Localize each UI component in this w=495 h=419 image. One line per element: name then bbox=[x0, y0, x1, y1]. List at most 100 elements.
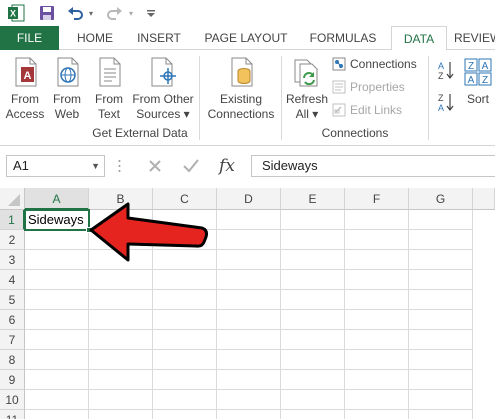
sort-a-to-z-button[interactable]: A Z bbox=[436, 60, 456, 81]
undo-icon[interactable] bbox=[66, 3, 84, 23]
cell-b8[interactable] bbox=[89, 350, 153, 370]
row-header-7[interactable]: 7 bbox=[0, 330, 25, 350]
cell-a3[interactable] bbox=[25, 250, 89, 270]
row-header-9[interactable]: 9 bbox=[0, 370, 25, 390]
customize-qat-icon[interactable] bbox=[144, 3, 158, 23]
edit-links-button[interactable]: Edit Links bbox=[332, 101, 402, 119]
column-header-d[interactable]: D bbox=[217, 188, 281, 210]
tab-insert[interactable]: INSERT bbox=[128, 26, 190, 50]
row-header-1[interactable]: 1 bbox=[0, 210, 25, 230]
cell-e8[interactable] bbox=[281, 350, 345, 370]
undo-dropdown-icon[interactable]: ▾ bbox=[86, 3, 96, 23]
cell-g3[interactable] bbox=[409, 250, 473, 270]
cell-f9[interactable] bbox=[345, 370, 409, 390]
column-header-f[interactable]: F bbox=[345, 188, 409, 210]
cell-e10[interactable] bbox=[281, 390, 345, 410]
cell-b7[interactable] bbox=[89, 330, 153, 350]
cell-d6[interactable] bbox=[217, 310, 281, 330]
connections-button[interactable]: Connections bbox=[332, 55, 417, 73]
tab-file[interactable]: FILE bbox=[0, 26, 59, 50]
cell-c5[interactable] bbox=[153, 290, 217, 310]
cell-a4[interactable] bbox=[25, 270, 89, 290]
cell-a8[interactable] bbox=[25, 350, 89, 370]
cell-d4[interactable] bbox=[217, 270, 281, 290]
cell-g10[interactable] bbox=[409, 390, 473, 410]
cell-g9[interactable] bbox=[409, 370, 473, 390]
formula-bar-grip-icon[interactable] bbox=[118, 158, 121, 174]
name-box-dropdown-icon[interactable]: ▼ bbox=[91, 156, 100, 176]
cell-g6[interactable] bbox=[409, 310, 473, 330]
cell-a5[interactable] bbox=[25, 290, 89, 310]
cell-b9[interactable] bbox=[89, 370, 153, 390]
cell-c4[interactable] bbox=[153, 270, 217, 290]
cell-e4[interactable] bbox=[281, 270, 345, 290]
redo-dropdown-icon[interactable]: ▾ bbox=[126, 3, 136, 23]
cell-e1[interactable] bbox=[281, 210, 345, 230]
cell-c7[interactable] bbox=[153, 330, 217, 350]
cell-e3[interactable] bbox=[281, 250, 345, 270]
cell-b6[interactable] bbox=[89, 310, 153, 330]
cell-c11[interactable] bbox=[153, 410, 217, 419]
tab-data[interactable]: DATA bbox=[391, 26, 447, 51]
row-header-5[interactable]: 5 bbox=[0, 290, 25, 310]
row-header-6[interactable]: 6 bbox=[0, 310, 25, 330]
row-header-11[interactable]: 11 bbox=[0, 410, 25, 419]
cell-g11[interactable] bbox=[409, 410, 473, 419]
formula-input[interactable]: Sideways bbox=[251, 155, 495, 177]
cell-d10[interactable] bbox=[217, 390, 281, 410]
cell-d2[interactable] bbox=[217, 230, 281, 250]
cell-e7[interactable] bbox=[281, 330, 345, 350]
cell-d8[interactable] bbox=[217, 350, 281, 370]
cell-a9[interactable] bbox=[25, 370, 89, 390]
cell-d1[interactable] bbox=[217, 210, 281, 230]
tab-page-layout[interactable]: PAGE LAYOUT bbox=[198, 26, 294, 50]
cancel-icon[interactable] bbox=[137, 158, 173, 174]
cell-a10[interactable] bbox=[25, 390, 89, 410]
cell-b10[interactable] bbox=[89, 390, 153, 410]
row-header-10[interactable]: 10 bbox=[0, 390, 25, 410]
refresh-all-button[interactable]: Refresh All ▾ bbox=[286, 56, 328, 122]
insert-function-icon[interactable]: fx bbox=[209, 156, 245, 176]
from-web-button[interactable]: From Web bbox=[48, 56, 86, 122]
cell-f7[interactable] bbox=[345, 330, 409, 350]
cell-f6[interactable] bbox=[345, 310, 409, 330]
cell-e5[interactable] bbox=[281, 290, 345, 310]
name-box[interactable]: A1 ▼ bbox=[6, 155, 105, 177]
tab-home[interactable]: HOME bbox=[66, 26, 124, 50]
cell-f4[interactable] bbox=[345, 270, 409, 290]
from-other-sources-button[interactable]: From Other Sources ▾ bbox=[130, 56, 196, 122]
cell-b4[interactable] bbox=[89, 270, 153, 290]
cell-f3[interactable] bbox=[345, 250, 409, 270]
cell-d9[interactable] bbox=[217, 370, 281, 390]
cell-c8[interactable] bbox=[153, 350, 217, 370]
cell-f10[interactable] bbox=[345, 390, 409, 410]
row-header-3[interactable]: 3 bbox=[0, 250, 25, 270]
cell-d5[interactable] bbox=[217, 290, 281, 310]
excel-logo-icon[interactable]: X bbox=[6, 3, 26, 23]
cell-f2[interactable] bbox=[345, 230, 409, 250]
cell-a2[interactable] bbox=[25, 230, 89, 250]
from-access-button[interactable]: A From Access bbox=[4, 56, 46, 122]
existing-connections-button[interactable]: Existing Connections bbox=[204, 56, 278, 122]
tab-review[interactable]: REVIEW bbox=[454, 26, 495, 50]
properties-button[interactable]: Properties bbox=[332, 78, 405, 96]
cell-f11[interactable] bbox=[345, 410, 409, 419]
cell-g8[interactable] bbox=[409, 350, 473, 370]
cell-g1[interactable] bbox=[409, 210, 473, 230]
cell-d11[interactable] bbox=[217, 410, 281, 419]
cell-c10[interactable] bbox=[153, 390, 217, 410]
cell-c6[interactable] bbox=[153, 310, 217, 330]
cell-d7[interactable] bbox=[217, 330, 281, 350]
cell-a7[interactable] bbox=[25, 330, 89, 350]
cell-e9[interactable] bbox=[281, 370, 345, 390]
cell-f8[interactable] bbox=[345, 350, 409, 370]
cell-e6[interactable] bbox=[281, 310, 345, 330]
tab-formulas[interactable]: FORMULAS bbox=[302, 26, 384, 50]
cell-c9[interactable] bbox=[153, 370, 217, 390]
row-header-4[interactable]: 4 bbox=[0, 270, 25, 290]
column-header-a[interactable]: A bbox=[25, 188, 89, 210]
cell-f1[interactable] bbox=[345, 210, 409, 230]
from-text-button[interactable]: From Text bbox=[90, 56, 128, 122]
cell-a6[interactable] bbox=[25, 310, 89, 330]
cell-d3[interactable] bbox=[217, 250, 281, 270]
